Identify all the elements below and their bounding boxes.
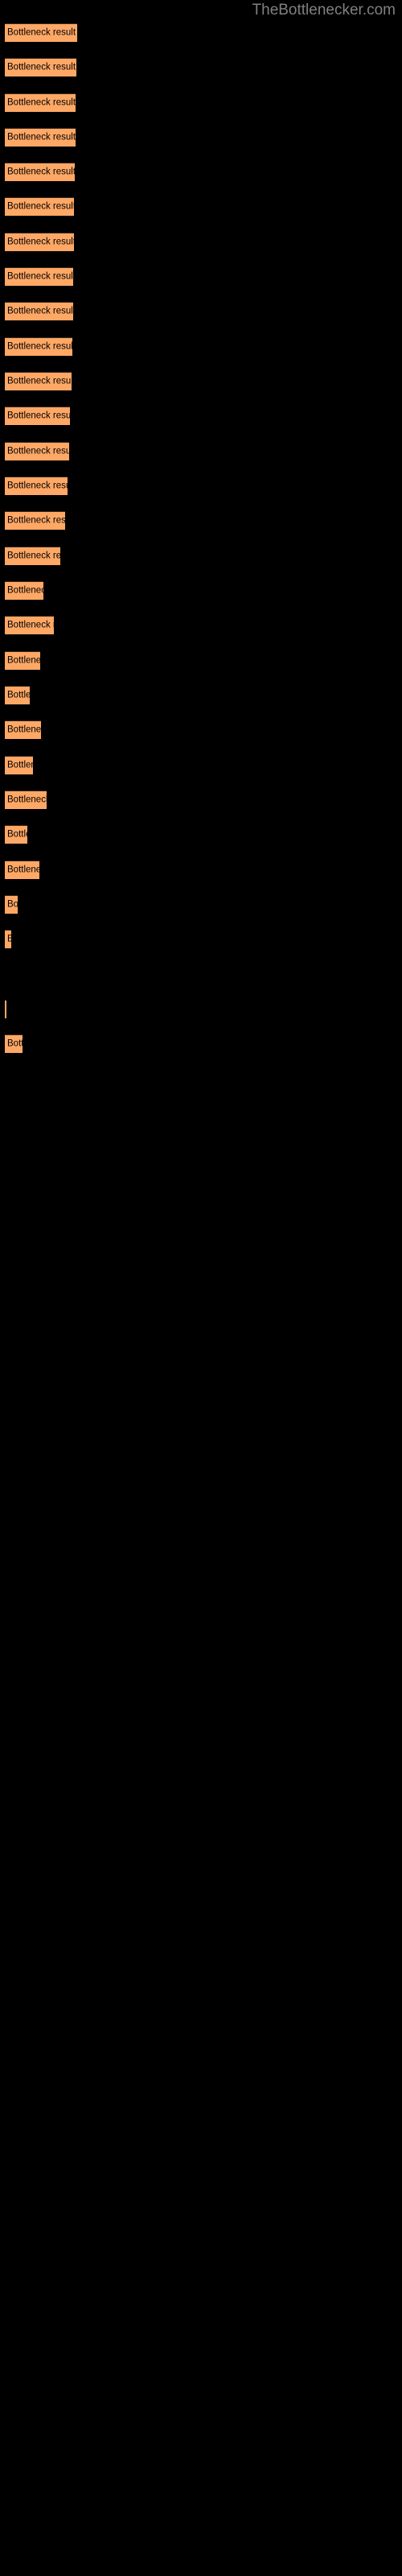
- bar[interactable]: Bottleneck result: [5, 895, 18, 914]
- bar-label: Bottleneck result: [7, 899, 18, 910]
- bar-label: Bottleneck result: [7, 865, 39, 875]
- bar-label: Bottleneck result: [7, 935, 11, 945]
- bar-label: Bottleneck result: [7, 829, 27, 840]
- bar[interactable]: Bottleneck result: [5, 233, 74, 251]
- bar-label: Bottleneck result: [7, 97, 76, 108]
- bar[interactable]: Bottleneck result: [5, 861, 39, 879]
- bar[interactable]: Bottleneck result: [5, 547, 60, 565]
- bar-label: Bottleneck result: [7, 341, 72, 352]
- bar[interactable]: Bottleneck result: [5, 128, 76, 147]
- bar[interactable]: Bottleneck result: [5, 93, 76, 112]
- bar-label: Bottleneck result: [7, 724, 41, 735]
- bar[interactable]: Bottleneck result: [5, 337, 72, 356]
- bar-label: Bottleneck result: [7, 167, 75, 177]
- bar[interactable]: Bottleneck result: [5, 407, 70, 425]
- bar[interactable]: Bottleneck result: [5, 372, 72, 390]
- page-root: TheBottlenecker.com Bottleneck result Bot…: [0, 0, 402, 2576]
- bar-label: Bottleneck result: [7, 760, 33, 770]
- bar[interactable]: Bottleneck result: [5, 791, 47, 809]
- bar-label: Bottleneck result: [7, 271, 73, 282]
- bar-label: Bottleneck result: [7, 481, 68, 491]
- bar-label: Bottleneck result: [7, 62, 76, 72]
- bar[interactable]: Bottleneck result: [5, 1000, 6, 1018]
- bar[interactable]: Bottleneck result: [5, 616, 54, 634]
- bar[interactable]: Bottleneck result: [5, 825, 27, 844]
- bar-label: Bottleneck result: [7, 306, 73, 316]
- bar-label: Bottleneck result: [7, 551, 60, 561]
- bar[interactable]: Bottleneck result: [5, 511, 65, 530]
- bar-label: Bottleneck result: [7, 620, 54, 630]
- bar-label: Bottleneck result: [7, 27, 76, 38]
- bar[interactable]: Bottleneck result: [5, 930, 11, 948]
- bar[interactable]: Bottleneck result: [5, 197, 74, 216]
- bar[interactable]: Bottleneck result: [5, 1034, 23, 1053]
- bar-label: Bottleneck result: [7, 411, 70, 421]
- bar[interactable]: Bottleneck result: [5, 267, 73, 286]
- bar[interactable]: Bottleneck result: [5, 581, 43, 600]
- bar-label: Bottleneck result: [7, 376, 72, 386]
- bar-label: Bottleneck result: [7, 201, 74, 212]
- bar-label: Bottleneck result: [7, 690, 30, 700]
- bar[interactable]: Bottleneck result: [5, 756, 33, 774]
- bar-label: Bottleneck result: [7, 132, 76, 142]
- bar[interactable]: Bottleneck result: [5, 651, 40, 670]
- bar-label: Bottleneck result: [7, 795, 47, 805]
- bar-label: Bottleneck result: [7, 515, 65, 526]
- bar-label: Bottleneck result: [7, 585, 43, 596]
- bar[interactable]: Bottleneck result: [5, 442, 69, 460]
- bar[interactable]: Bottleneck result: [5, 477, 68, 495]
- bar[interactable]: Bottleneck result: [5, 23, 77, 42]
- bar[interactable]: Bottleneck result: [5, 58, 76, 76]
- bottleneck-bar-chart: Bottleneck result Bottleneck result Bottle…: [0, 0, 402, 2576]
- bar[interactable]: Bottleneck result: [5, 302, 73, 320]
- bar-label: Bottleneck result: [7, 1038, 23, 1049]
- bar-label: Bottleneck result: [7, 237, 74, 247]
- bar[interactable]: Bottleneck result: [5, 686, 30, 704]
- bar-label: Bottleneck result: [7, 446, 69, 456]
- bar-label: Bottleneck result: [7, 655, 40, 666]
- bar[interactable]: Bottleneck result: [5, 720, 41, 739]
- bar[interactable]: Bottleneck result: [5, 163, 75, 181]
